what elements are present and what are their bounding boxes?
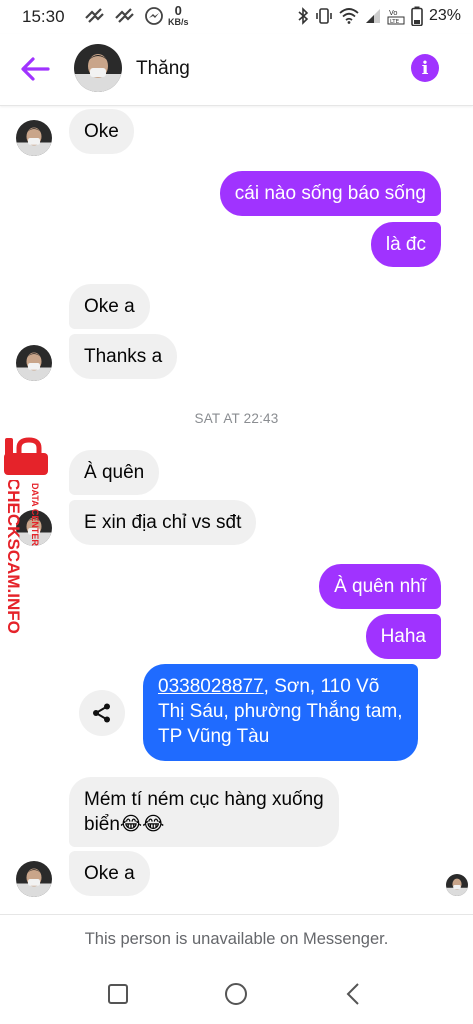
message-bubble-incoming[interactable]: Thanks a	[69, 334, 178, 379]
watermark-sub: DATA CENTER	[30, 483, 40, 546]
address-text: Thị Sáu, phường Thắng tam,	[158, 701, 403, 722]
message-bubble-incoming[interactable]: À quên	[69, 450, 160, 495]
watermark-main: CHECKSCAM.INFO	[4, 480, 23, 634]
network-speed: 0 KB/s	[168, 3, 189, 27]
seen-receipt-avatar	[446, 874, 468, 896]
messenger-icon	[145, 7, 163, 25]
share-button[interactable]	[79, 690, 125, 736]
watermark-text: CHECKSCAM.INFO	[4, 480, 23, 634]
home-button[interactable]	[222, 980, 250, 1008]
bluetooth-icon	[298, 7, 309, 25]
contact-avatar-small[interactable]	[16, 345, 52, 381]
wifi-icon	[339, 8, 359, 24]
signal-icon	[365, 9, 380, 23]
notification-icon	[85, 8, 104, 23]
message-text: biển😂😂	[84, 814, 165, 835]
status-system-icons: Vo LTE 23%	[297, 6, 461, 26]
svg-text:LTE: LTE	[390, 19, 400, 25]
battery-icon	[411, 6, 423, 26]
message-bubble-incoming[interactable]: E xin địa chỉ vs sđt	[69, 500, 257, 545]
vibrate-icon	[316, 8, 332, 24]
message-bubble-outgoing[interactable]: Haha	[365, 614, 441, 659]
address-text: TP Vũng Tàu	[158, 726, 270, 747]
info-icon: i	[421, 57, 429, 79]
message-bubble-outgoing[interactable]: là đc	[370, 222, 441, 267]
contact-avatar-small[interactable]	[16, 120, 52, 156]
android-nav-bar	[0, 964, 473, 1024]
address-text: , Sơn, 110 Võ	[263, 676, 380, 697]
avatar-photo	[74, 44, 122, 92]
message-text: Mém tí ném cục hàng xuống	[84, 789, 324, 810]
info-button[interactable]: i	[411, 54, 439, 82]
share-icon	[93, 703, 110, 723]
back-nav-button[interactable]	[340, 980, 368, 1008]
avatar-photo	[16, 861, 52, 897]
contact-avatar-small[interactable]	[16, 861, 52, 897]
status-notification-icons	[84, 6, 164, 26]
message-bubble-outgoing[interactable]: cái nào sống báo sống	[219, 171, 441, 216]
watermark-subtext: DATA CENTER	[30, 483, 40, 546]
notification-icon	[115, 8, 134, 23]
message-bubble-address[interactable]: 0338028877, Sơn, 110 Võ Thị Sáu, phường …	[143, 664, 418, 761]
avatar-photo	[446, 874, 468, 896]
message-bubble-incoming[interactable]: Oke	[69, 109, 134, 154]
recent-apps-button[interactable]	[104, 980, 132, 1008]
contact-name[interactable]: Thăng	[136, 58, 190, 80]
volte-icon: Vo LTE	[387, 9, 405, 25]
back-button[interactable]	[18, 54, 52, 84]
unavailable-notice-text: This person is unavailable on Messenger.	[84, 930, 389, 948]
svg-text:Vo: Vo	[389, 9, 398, 17]
message-bubble-incoming[interactable]: Mém tí ném cục hàng xuống biển😂😂	[69, 777, 339, 847]
lock-icon	[4, 437, 48, 475]
avatar-photo	[16, 120, 52, 156]
avatar-photo	[16, 345, 52, 381]
arrow-left-icon	[21, 57, 50, 81]
battery-percent: 23%	[428, 7, 461, 24]
phone-number-link[interactable]: 0338028877	[158, 676, 264, 697]
chat-header: Thăng i	[0, 34, 473, 106]
timestamp-divider: SAT AT 22:43	[194, 411, 279, 426]
message-bubble-outgoing[interactable]: À quên nhĩ	[319, 564, 441, 609]
message-bubble-incoming[interactable]: Oke a	[69, 851, 150, 896]
status-bar: 15:30 0 KB/s Vo LTE 23%	[0, 0, 473, 34]
contact-avatar[interactable]	[74, 44, 122, 92]
unavailable-notice: This person is unavailable on Messenger.	[0, 914, 473, 964]
message-bubble-incoming[interactable]: Oke a	[69, 284, 150, 329]
status-time: 15:30	[22, 7, 65, 26]
